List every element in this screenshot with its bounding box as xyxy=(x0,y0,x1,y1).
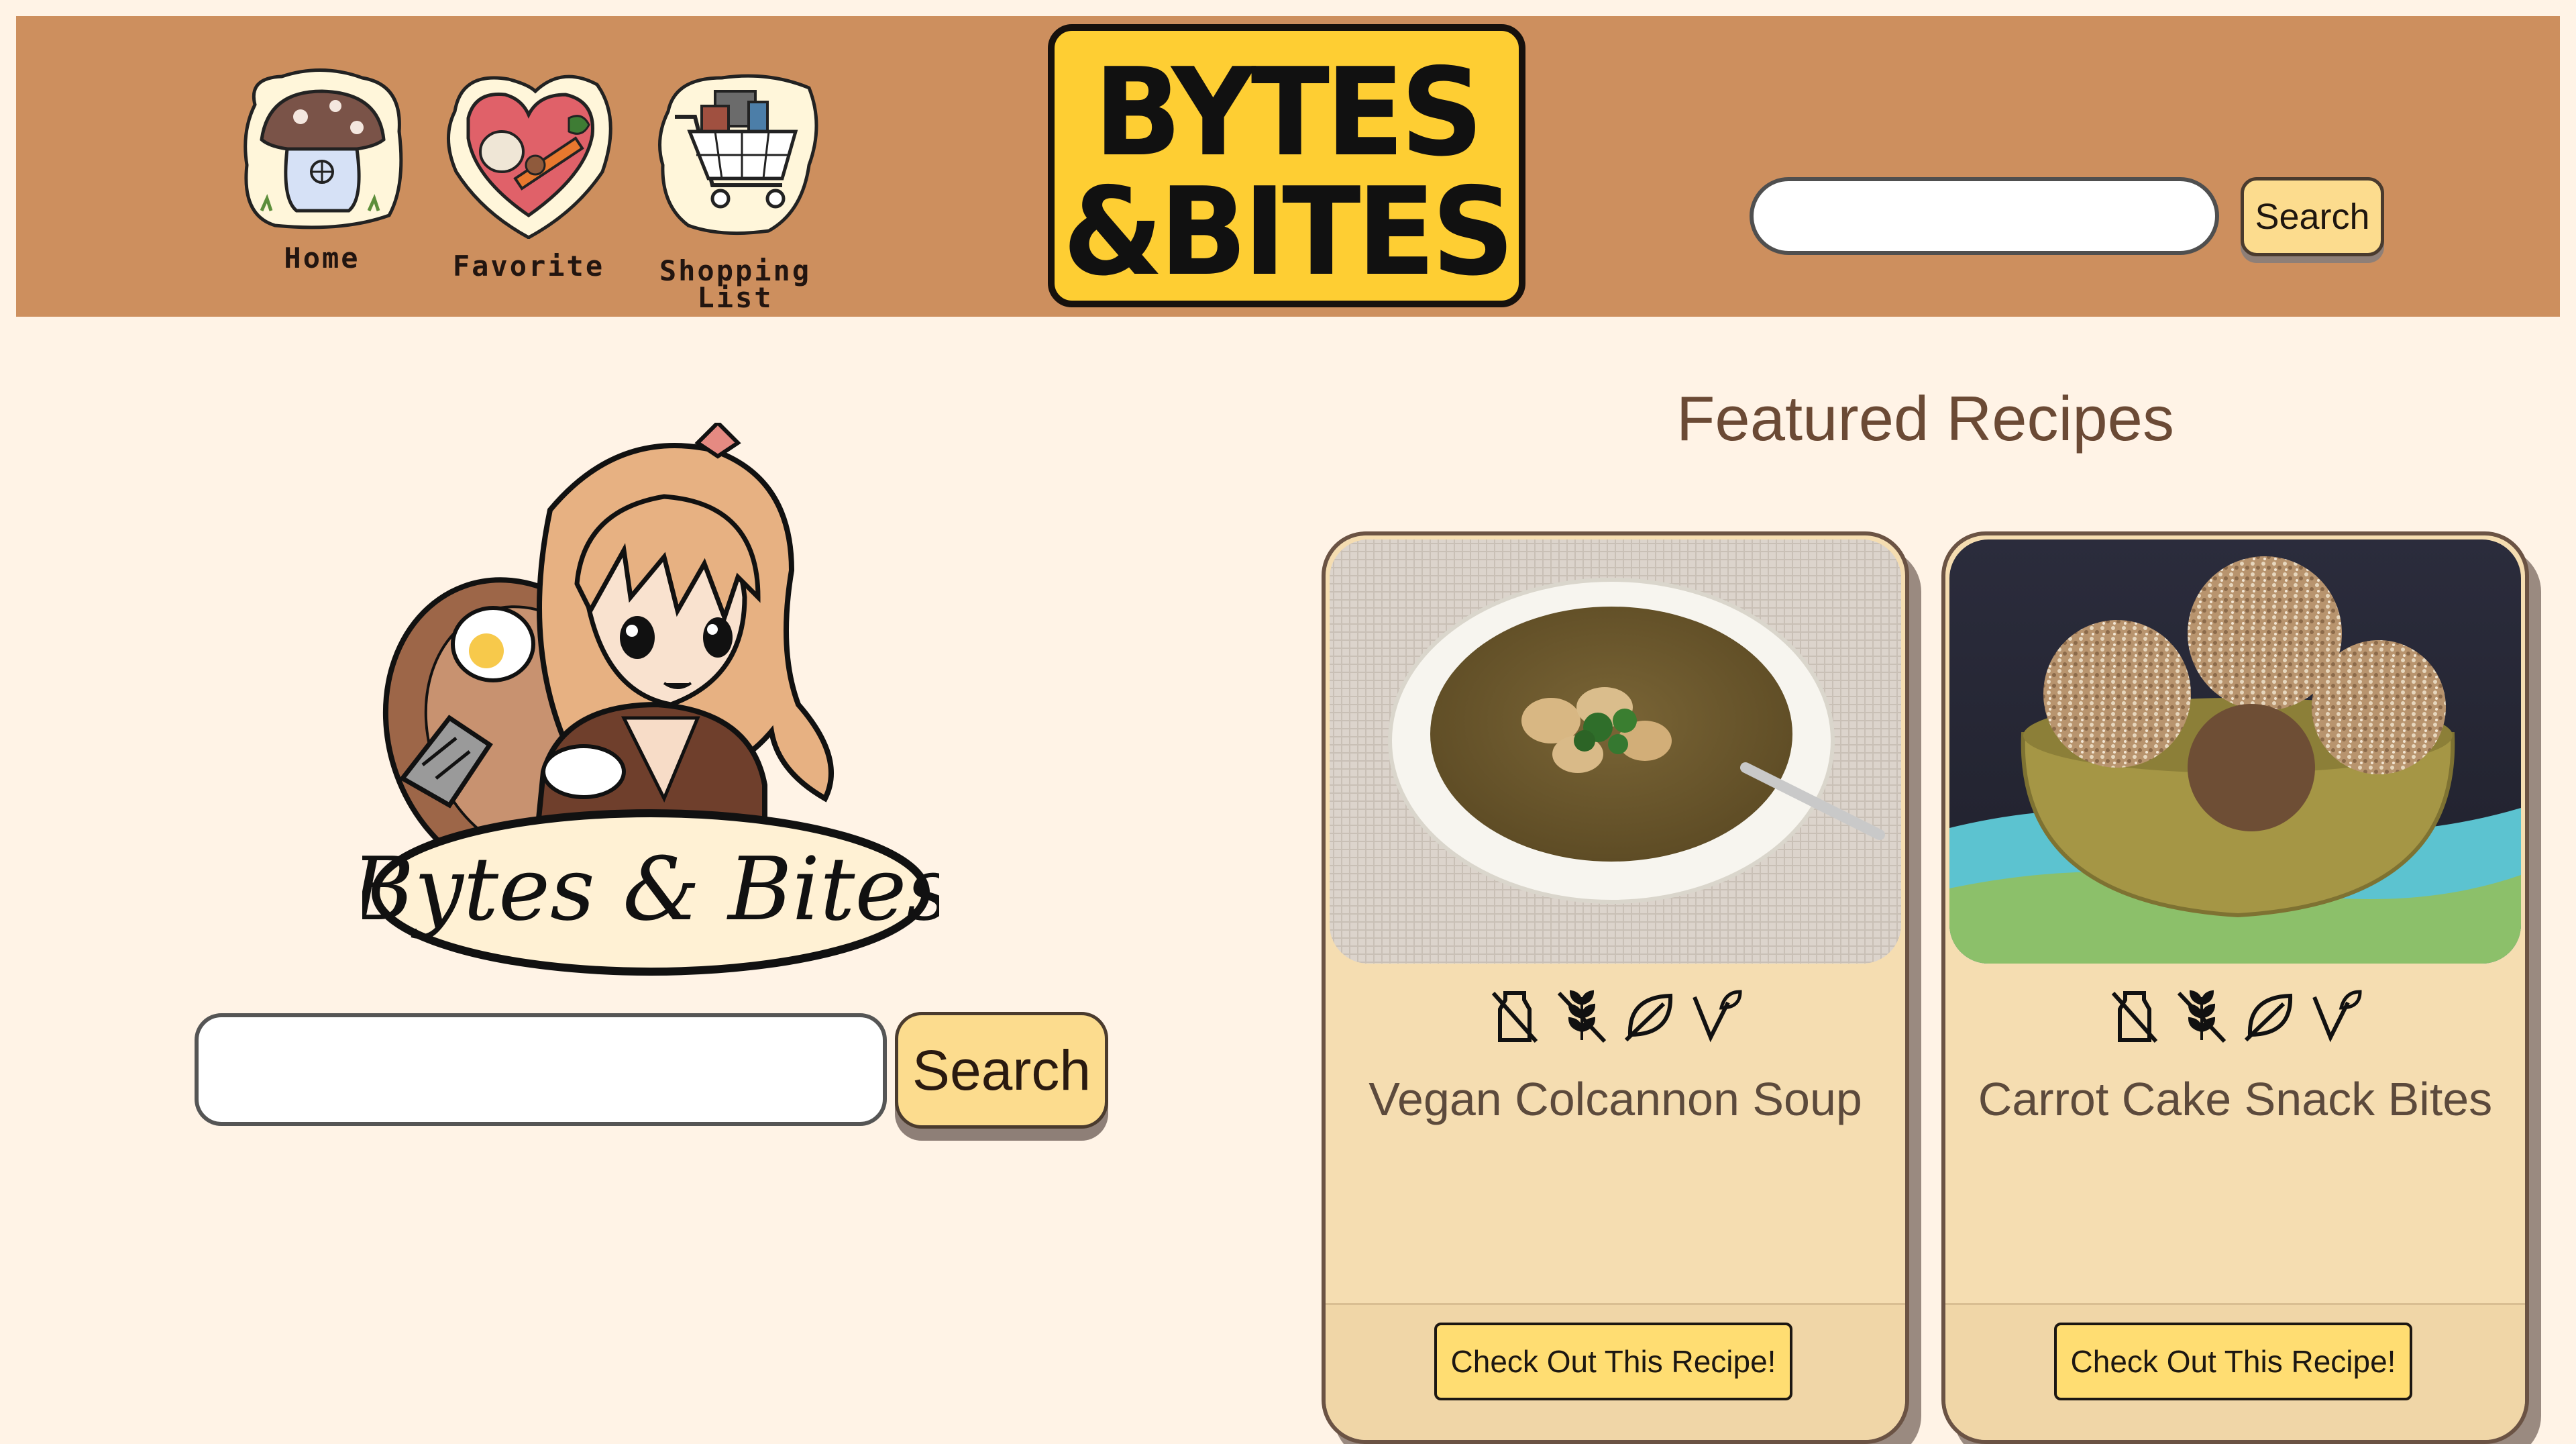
header-search-button[interactable]: Search xyxy=(2241,177,2384,256)
recipe-card: Carrot Cake Snack Bites Check Out This R… xyxy=(1941,531,2529,1444)
recipe-card-title: Carrot Cake Snack Bites xyxy=(1978,1073,2493,1125)
snack-bites-bowl-photo xyxy=(1949,539,2521,964)
nav-favorite-label: Favorite xyxy=(452,250,605,282)
recipe-card: Vegan Colcannon Soup Check Out This Reci… xyxy=(1322,531,1909,1444)
recipe-card-footer: Check Out This Recipe! xyxy=(1326,1303,1905,1440)
featured-recipes-heading: Featured Recipes xyxy=(1676,383,2174,454)
diet-icons-row xyxy=(1326,984,1905,1058)
no-gluten-icon xyxy=(1557,990,1607,1043)
mushroom-house-icon xyxy=(244,68,403,229)
mascot-logo-text: Bytes & Bites xyxy=(362,838,939,940)
logo-line-2: &BITES xyxy=(1063,160,1515,303)
diet-icons-row xyxy=(1945,984,2525,1058)
header-search-input[interactable] xyxy=(1750,177,2219,255)
nav-shopping-list-label: Shopping List xyxy=(659,254,812,314)
recipe-card-footer: Check Out This Recipe! xyxy=(1945,1303,2525,1440)
recipe-card-title: Vegan Colcannon Soup xyxy=(1368,1073,1862,1125)
bowl-of-soup-photo xyxy=(1330,539,1901,964)
vegan-icon xyxy=(2312,990,2362,1043)
vegan-icon xyxy=(1693,990,1742,1043)
mascot-logo-illustration: Bytes & Bites xyxy=(362,423,939,976)
nav-home[interactable]: Home xyxy=(221,64,423,319)
site-header: Home Favorite Shopping List BYTES &BITES… xyxy=(16,16,2560,317)
vegetarian-leaf-icon xyxy=(1624,993,1673,1042)
main-search-input[interactable] xyxy=(195,1013,887,1126)
main-search-button[interactable]: Search xyxy=(895,1012,1108,1129)
no-dairy-icon xyxy=(2111,991,2158,1043)
no-dairy-icon xyxy=(1491,991,1538,1043)
heart-vegetables-icon xyxy=(447,74,612,239)
shopping-cart-icon xyxy=(658,74,818,236)
check-out-recipe-button[interactable]: Check Out This Recipe! xyxy=(1434,1323,1792,1400)
site-logo[interactable]: BYTES &BITES xyxy=(1048,24,1525,307)
check-out-recipe-button[interactable]: Check Out This Recipe! xyxy=(2054,1323,2412,1400)
logo-line-1: BYTES xyxy=(1093,41,1484,183)
nav-favorite[interactable]: Favorite xyxy=(428,64,629,319)
nav-home-label: Home xyxy=(284,242,360,274)
nav-shopping-list[interactable]: Shopping List xyxy=(635,64,836,319)
vegetarian-leaf-icon xyxy=(2244,993,2293,1042)
no-gluten-icon xyxy=(2177,990,2226,1043)
